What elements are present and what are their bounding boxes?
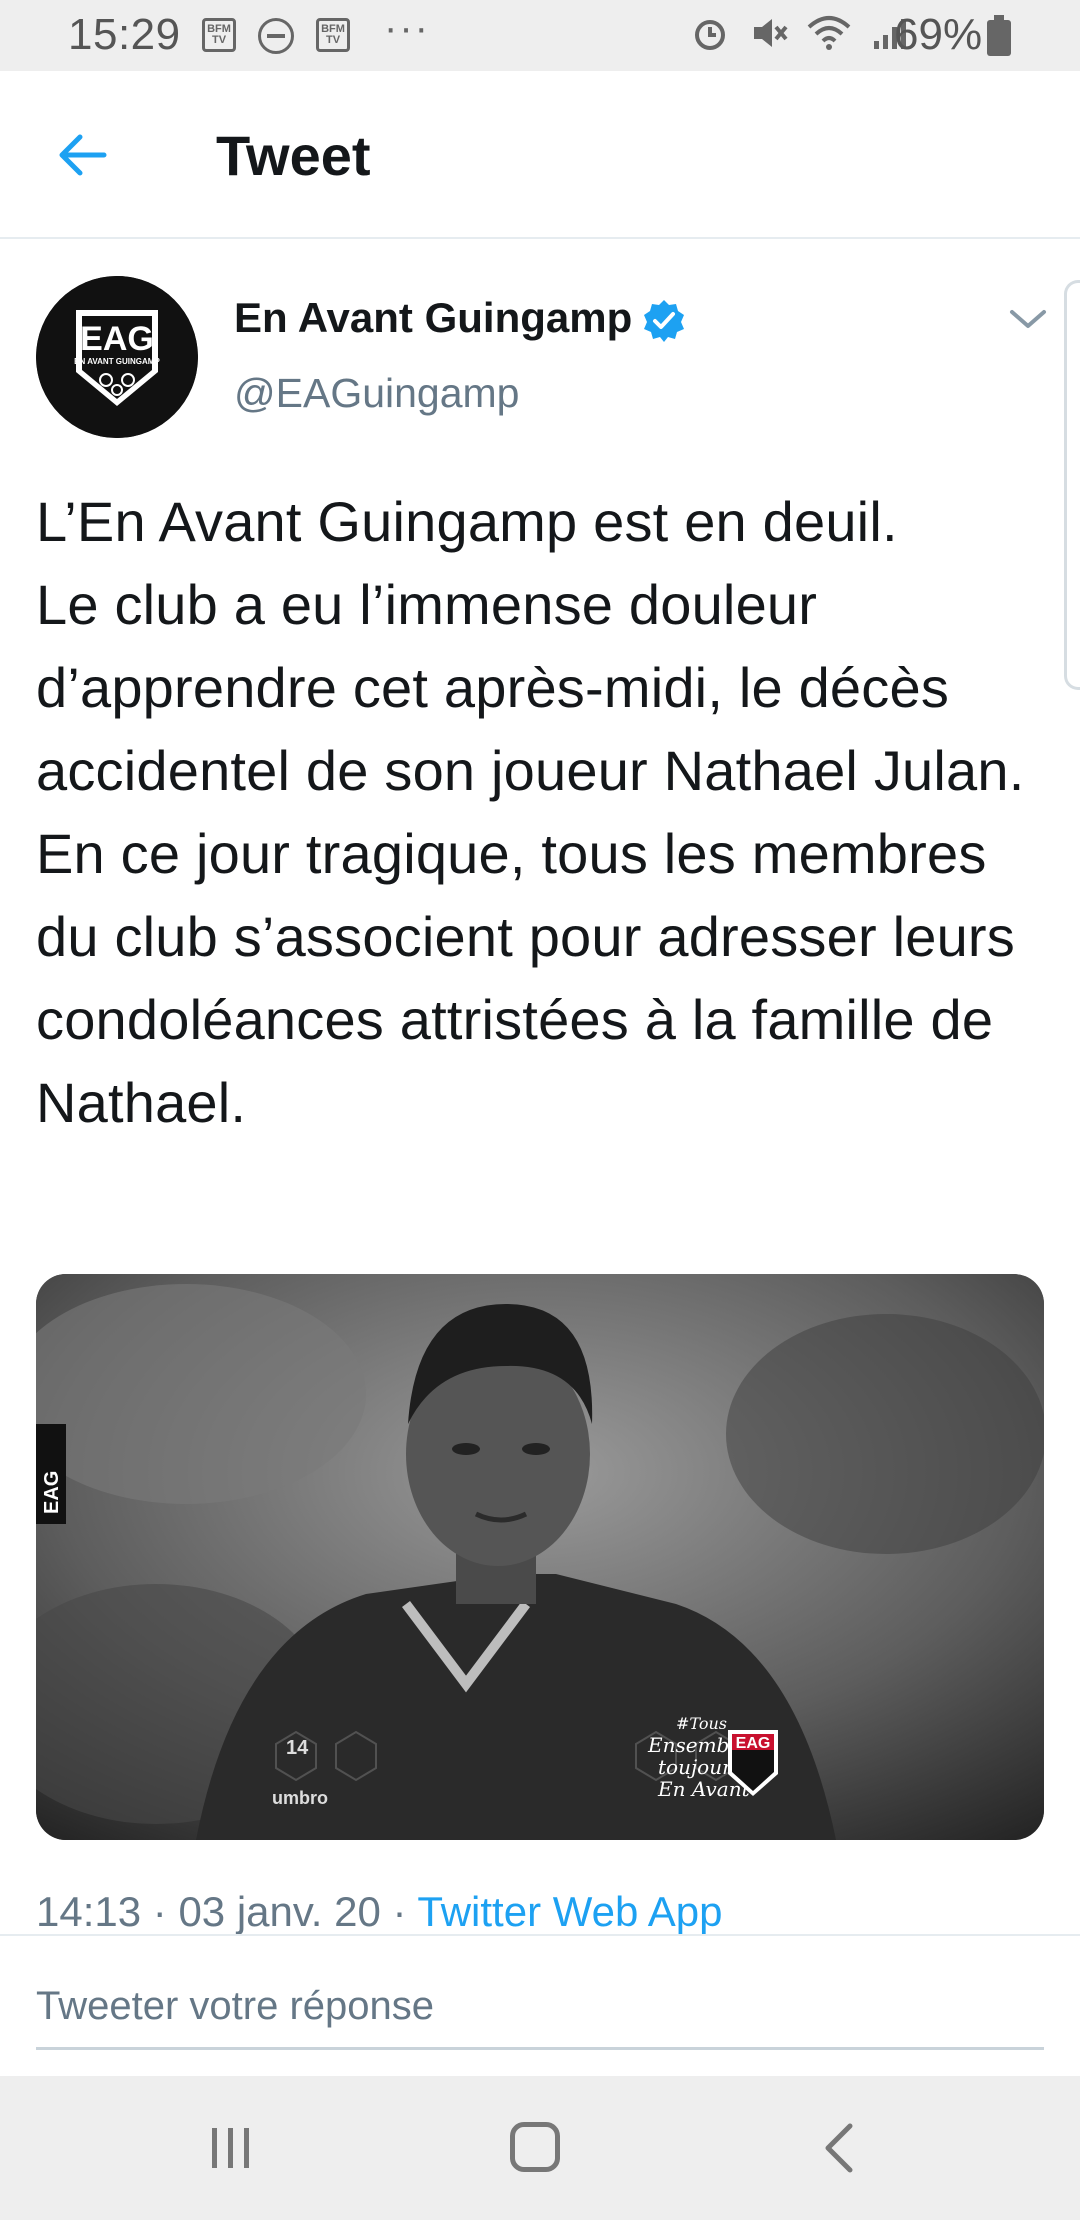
system-nav-bar (0, 2076, 1080, 2220)
arrow-left-icon[interactable] (56, 131, 108, 179)
avatar[interactable]: EAG EN AVANT GUINGAMP (36, 276, 198, 438)
author-handle[interactable]: @EAGuingamp (234, 370, 519, 417)
meta-separator: · (380, 1888, 418, 1935)
mute-icon (754, 19, 788, 48)
tweet-time: 14:13 (36, 1888, 142, 1935)
tweet-source-link[interactable]: Twitter Web App (417, 1888, 722, 1935)
battery-percent: 69% (894, 10, 983, 59)
home-icon[interactable] (510, 2122, 560, 2172)
player-photo: 14 umbro EAG #Tous Ensemble toujours En … (36, 1274, 1044, 1840)
tweet-media-image[interactable]: 14 umbro EAG #Tous Ensemble toujours En … (36, 1274, 1044, 1840)
meta-separator: · (141, 1888, 179, 1935)
scroll-edge-handle[interactable] (1064, 280, 1080, 690)
page-title: Tweet (216, 124, 371, 187)
status-time: 15:29 (68, 10, 181, 59)
chevron-down-icon[interactable] (1008, 306, 1048, 332)
jersey-brand: umbro (272, 1788, 328, 1808)
reply-input[interactable] (36, 1966, 1044, 2050)
status-right-icons (690, 10, 910, 53)
back-icon[interactable] (820, 2120, 856, 2176)
wifi-icon (807, 16, 851, 51)
bfm-tv-icon: BFM TV (202, 18, 236, 52)
tweet-meta: 14:13 · 03 janv. 20 · Twitter Web App (36, 1888, 722, 1936)
top-app-bar: Tweet (0, 71, 1080, 239)
battery-icon (987, 15, 1011, 56)
do-not-disturb-icon (258, 18, 294, 54)
recent-apps-icon[interactable] (208, 2124, 254, 2172)
slogan-line-1: #Tous (676, 1714, 727, 1733)
alarm-icon (695, 20, 725, 51)
logo-subtext: EN AVANT GUINGAMP (74, 357, 160, 366)
tweet-date: 03 janv. 20 (178, 1888, 381, 1935)
status-bar: 15:29 BFM TV BFM TV ··· 69% (0, 0, 1080, 71)
badge-text: EAG (736, 1735, 771, 1752)
jersey-number: 14 (286, 1737, 309, 1759)
bfm-tv-icon: BFM TV (316, 18, 350, 52)
tweet-text: L’En Avant Guingamp est en deuil. Le clu… (36, 490, 1025, 1134)
author-name[interactable]: En Avant Guingamp (234, 294, 632, 342)
reply-bar (0, 1934, 1080, 2076)
verified-badge-icon (644, 300, 684, 342)
more-icon: ··· (384, 6, 430, 50)
side-eag-label: EAG (41, 1471, 63, 1514)
logo-text: EAG (80, 320, 154, 358)
eag-logo: EAG EN AVANT GUINGAMP (36, 276, 198, 438)
